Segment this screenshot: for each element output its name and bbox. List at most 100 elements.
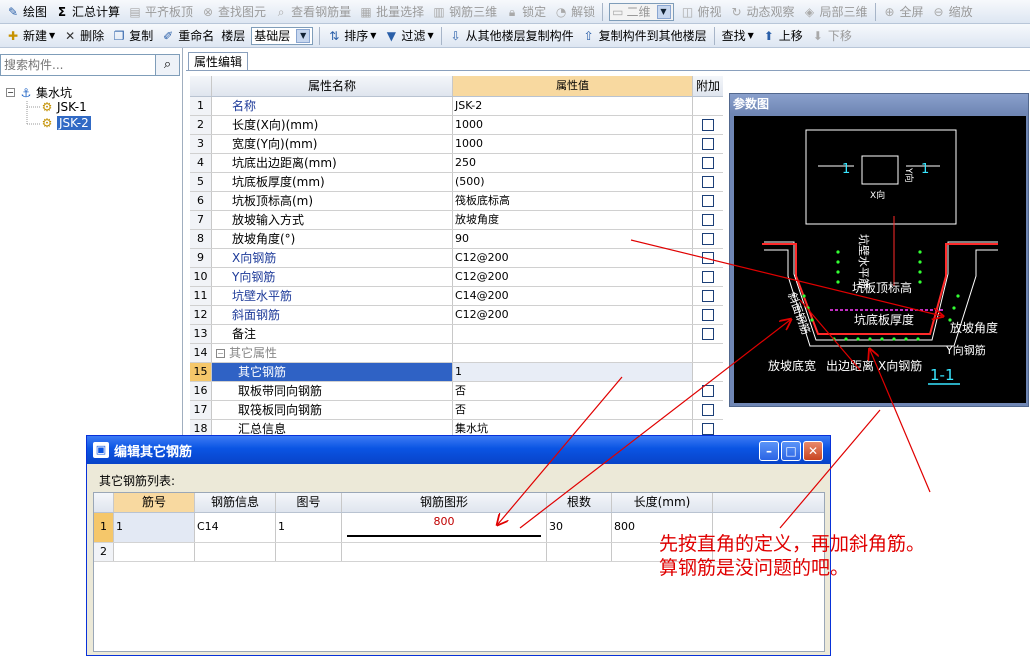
property-name-cell[interactable]: 备注	[212, 325, 453, 343]
header-bar-no[interactable]: 筋号	[114, 493, 195, 512]
property-value-cell[interactable]: 筏板底标高	[453, 192, 693, 210]
property-value-cell[interactable]: 250	[453, 154, 693, 172]
extra-checkbox[interactable]	[702, 403, 714, 416]
property-name-cell[interactable]: 坑板顶标高(m)	[212, 192, 453, 210]
property-value-cell[interactable]: C12@200	[453, 306, 693, 324]
table-row[interactable]: 14− 其它属性	[190, 344, 723, 363]
figure-no-cell[interactable]: 1	[276, 513, 342, 542]
tab-property-edit[interactable]: 属性编辑	[188, 52, 248, 71]
extra-checkbox[interactable]	[702, 118, 714, 131]
property-value-cell[interactable]: C12@200	[453, 268, 693, 286]
dynamic-view-button[interactable]: ↻ 动态观察	[726, 2, 799, 22]
table-row[interactable]: 8 放坡角度(°) 90	[190, 230, 723, 249]
extra-checkbox[interactable]	[702, 384, 714, 397]
table-row[interactable]: 13 备注	[190, 325, 723, 344]
extra-checkbox[interactable]	[702, 308, 714, 321]
extra-checkbox[interactable]	[702, 232, 714, 245]
find-element-button[interactable]: ⊗ 查找图元	[197, 2, 270, 22]
header-property-name[interactable]: 属性名称	[212, 76, 453, 96]
header-length[interactable]: 长度(mm)	[612, 493, 713, 512]
new-button[interactable]: ✚ 新建 ▼	[2, 26, 59, 46]
header-rebar-shape[interactable]: 钢筋图形	[342, 493, 547, 512]
flush-slab-button[interactable]: ▤ 平齐板顶	[124, 2, 197, 22]
table-row[interactable]: 16 取板带同向钢筋 否	[190, 382, 723, 401]
fullscreen-button[interactable]: ⊕ 全屏	[879, 2, 928, 22]
header-rebar-info[interactable]: 钢筋信息	[195, 493, 276, 512]
property-name-cell[interactable]: 取筏板同向钢筋	[212, 401, 453, 419]
rebar-info-cell[interactable]	[195, 543, 276, 561]
rename-button[interactable]: ✐ 重命名	[157, 26, 218, 46]
property-name-cell[interactable]: 取板带同向钢筋	[212, 382, 453, 400]
dialog-title-bar[interactable]: ▣ 编辑其它钢筋	[87, 436, 830, 464]
property-name-cell[interactable]: 坑壁水平筋	[212, 287, 453, 305]
property-value-cell[interactable]: JSK-2	[453, 97, 693, 115]
bar-no-cell[interactable]: 1	[114, 513, 195, 542]
property-value-cell[interactable]: C12@200	[453, 249, 693, 267]
view-rebar-button[interactable]: ⌕ 查看钢筋量	[270, 2, 355, 22]
property-value-cell[interactable]: 否	[453, 382, 693, 400]
rebar-3d-button[interactable]: ▥ 钢筋三维	[428, 2, 501, 22]
table-row[interactable]: 4 坑底出边距离(mm) 250	[190, 154, 723, 173]
draw-button[interactable]: ✎ 绘图	[2, 2, 51, 22]
count-cell[interactable]: 30	[547, 513, 612, 542]
batch-select-button[interactable]: ▦ 批量选择	[355, 2, 428, 22]
property-name-cell[interactable]: 坑底出边距离(mm)	[212, 154, 453, 172]
move-down-button[interactable]: ⬇ 下移	[807, 26, 856, 46]
extra-checkbox[interactable]	[702, 289, 714, 302]
extra-checkbox[interactable]	[702, 251, 714, 264]
property-name-cell[interactable]: 放坡输入方式	[212, 211, 453, 229]
property-name-cell[interactable]: 宽度(Y向)(mm)	[212, 135, 453, 153]
table-row[interactable]: 3 宽度(Y向)(mm) 1000	[190, 135, 723, 154]
property-value-cell[interactable]: 1	[453, 363, 693, 381]
maximize-button[interactable]: □	[781, 441, 801, 461]
close-button[interactable]: ✕	[803, 441, 823, 461]
header-count[interactable]: 根数	[547, 493, 612, 512]
extra-checkbox[interactable]	[702, 270, 714, 283]
rebar-shape-cell[interactable]	[342, 543, 547, 561]
property-name-cell[interactable]: X向钢筋	[212, 249, 453, 267]
table-row[interactable]: 1 名称 JSK-2	[190, 97, 723, 116]
extra-checkbox[interactable]	[702, 137, 714, 150]
property-name-cell[interactable]: 放坡角度(°)	[212, 230, 453, 248]
table-row[interactable]: 10 Y向钢筋 C12@200	[190, 268, 723, 287]
find-button[interactable]: 查找 ▼	[718, 26, 758, 46]
rebar-shape-cell[interactable]: 800	[342, 513, 547, 542]
delete-button[interactable]: ✕ 删除	[59, 26, 108, 46]
table-row[interactable]: 2 长度(X向)(mm) 1000	[190, 116, 723, 135]
table-row[interactable]: 5 坑底板厚度(mm) (500)	[190, 173, 723, 192]
property-value-cell[interactable]: 否	[453, 401, 693, 419]
figure-no-cell[interactable]	[276, 543, 342, 561]
property-value-cell[interactable]: C14@200	[453, 287, 693, 305]
property-name-cell[interactable]: Y向钢筋	[212, 268, 453, 286]
minimize-button[interactable]: –	[759, 441, 779, 461]
table-row[interactable]: 12 斜面钢筋 C12@200	[190, 306, 723, 325]
copy-from-floor-button[interactable]: ⇩ 从其他楼层复制构件	[445, 26, 578, 46]
property-name-cell[interactable]: − 其它属性	[212, 344, 453, 362]
bar-no-cell[interactable]	[114, 543, 195, 561]
extra-checkbox[interactable]	[702, 175, 714, 188]
property-value-cell[interactable]	[453, 325, 693, 343]
top-view-button[interactable]: ◫ 俯视	[677, 2, 726, 22]
header-extra[interactable]: 附加	[693, 76, 723, 96]
table-row[interactable]: 6 坑板顶标高(m) 筏板底标高	[190, 192, 723, 211]
extra-checkbox[interactable]	[702, 422, 714, 435]
count-cell[interactable]	[547, 543, 612, 561]
move-up-button[interactable]: ⬆ 上移	[758, 26, 807, 46]
extra-checkbox[interactable]	[702, 156, 714, 169]
filter-button[interactable]: ▼ 过滤 ▼	[380, 26, 437, 46]
extra-checkbox[interactable]	[702, 327, 714, 340]
copy-button[interactable]: ❐ 复制	[108, 26, 157, 46]
collapse-icon[interactable]: −	[216, 349, 225, 358]
view-mode-select[interactable]: ▭ 二维 ▼	[609, 2, 674, 21]
sort-button[interactable]: ⇅ 排序 ▼	[323, 26, 380, 46]
rebar-info-cell[interactable]: C14	[195, 513, 276, 542]
table-row[interactable]: 9 X向钢筋 C12@200	[190, 249, 723, 268]
copy-to-floor-button[interactable]: ⇧ 复制构件到其他楼层	[578, 26, 711, 46]
property-value-cell[interactable]: 放坡角度	[453, 211, 693, 229]
property-name-cell[interactable]: 名称	[212, 97, 453, 115]
property-name-cell[interactable]: 长度(X向)(mm)	[212, 116, 453, 134]
property-name-cell[interactable]: 其它钢筋	[212, 363, 453, 381]
property-name-cell[interactable]: 坑底板厚度(mm)	[212, 173, 453, 191]
header-figure-no[interactable]: 图号	[276, 493, 342, 512]
table-row[interactable]: 11 坑壁水平筋 C14@200	[190, 287, 723, 306]
